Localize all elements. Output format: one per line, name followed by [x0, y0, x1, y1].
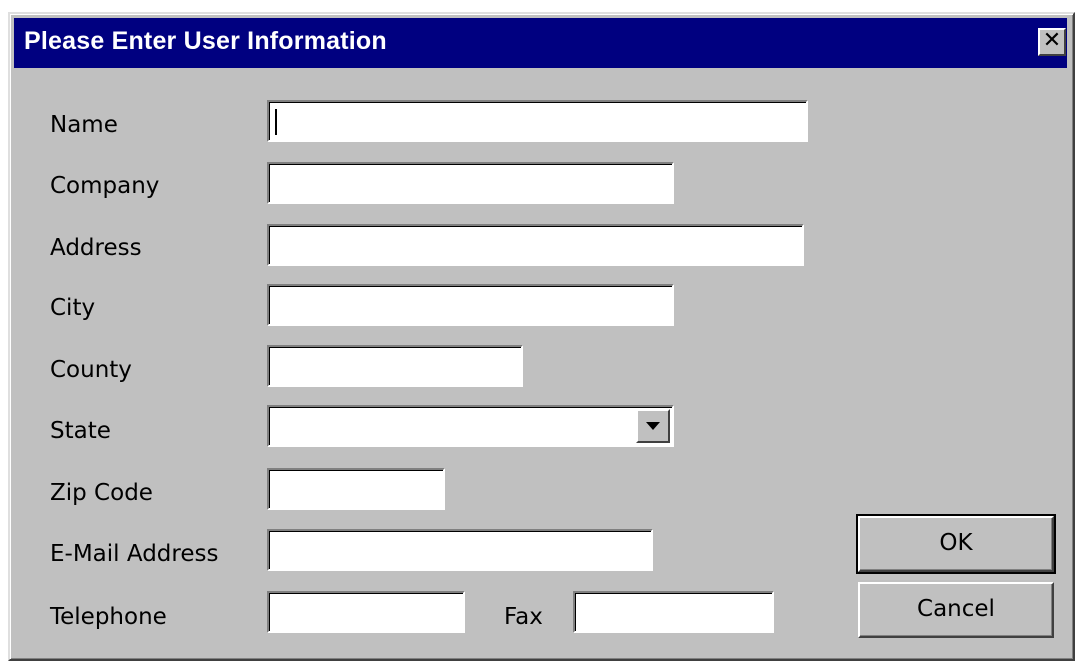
email-label: E-Mail Address	[50, 541, 219, 567]
county-field[interactable]	[267, 345, 523, 387]
ok-button[interactable]: OK	[856, 514, 1056, 574]
address-field[interactable]	[267, 224, 804, 266]
telephone-field[interactable]	[267, 591, 465, 633]
city-label: City	[50, 295, 96, 321]
zip-code-field[interactable]	[267, 468, 445, 510]
email-field[interactable]	[267, 529, 653, 571]
name-field[interactable]	[267, 100, 808, 142]
state-select[interactable]	[267, 405, 674, 447]
fax-label: Fax	[504, 604, 543, 630]
close-button[interactable]: ✕	[1038, 28, 1066, 56]
city-field[interactable]	[267, 284, 674, 326]
chevron-down-icon	[646, 422, 660, 430]
title-bar: Please Enter User Information ✕	[14, 18, 1067, 68]
county-label: County	[50, 357, 132, 383]
company-field[interactable]	[267, 162, 674, 204]
telephone-label: Telephone	[50, 604, 167, 630]
address-label: Address	[50, 235, 142, 261]
text-caret	[275, 109, 277, 135]
company-label: Company	[50, 173, 160, 199]
zip-code-label: Zip Code	[50, 480, 153, 506]
close-icon: ✕	[1042, 28, 1062, 53]
state-dropdown-button[interactable]	[636, 409, 670, 443]
fax-field[interactable]	[573, 591, 774, 633]
name-label: Name	[50, 112, 118, 138]
cancel-button[interactable]: Cancel	[858, 582, 1054, 638]
user-info-dialog: Please Enter User Information ✕ Name Com…	[8, 12, 1075, 661]
dialog-title: Please Enter User Information	[24, 27, 387, 55]
state-label: State	[50, 418, 111, 444]
